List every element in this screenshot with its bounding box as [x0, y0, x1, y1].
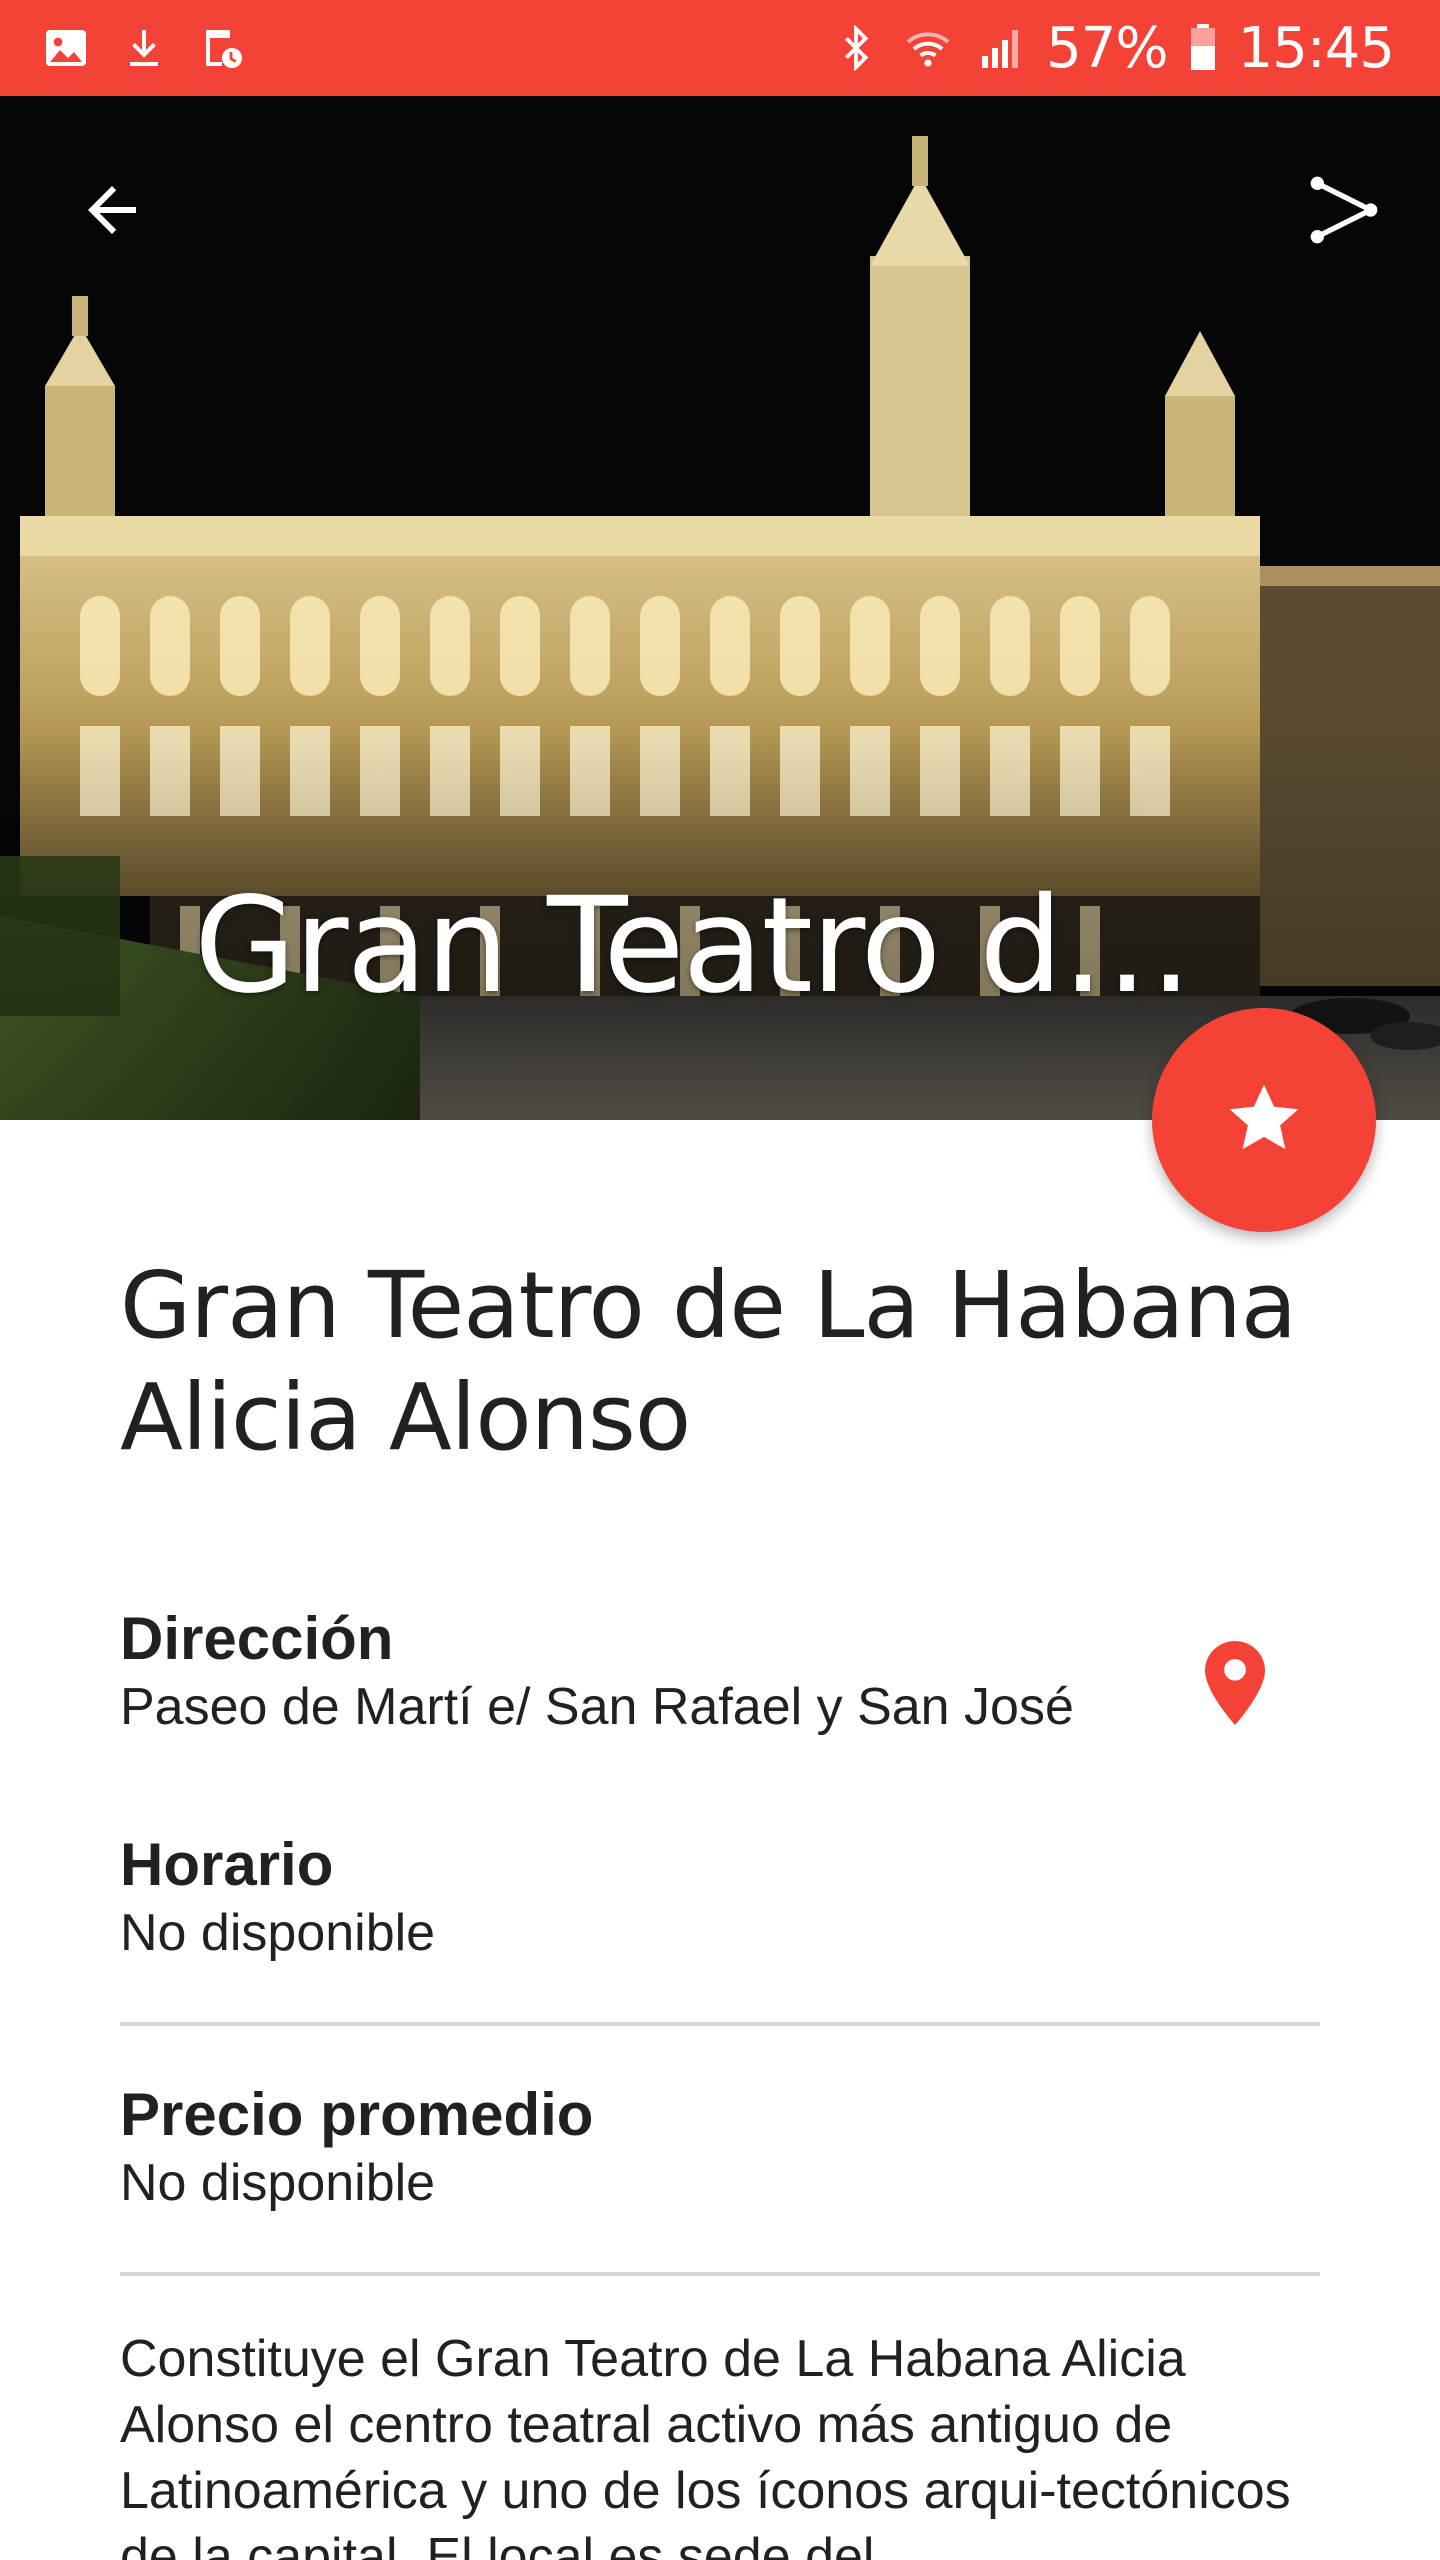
- status-bar: 57% 15:45: [0, 0, 1440, 96]
- calendar-clock-icon: [196, 22, 248, 74]
- divider: [120, 2272, 1320, 2276]
- bluetooth-icon: [830, 22, 882, 74]
- hero-image: Gran Teatro de La Habana Alicia Alonso: [0, 96, 1440, 1120]
- arrow-left-icon: [76, 174, 148, 251]
- image-icon: [40, 22, 92, 74]
- place-details: Gran Teatro de La Habana Alicia Alonso D…: [120, 1250, 1320, 2560]
- map-pin-button[interactable]: [1200, 1640, 1270, 1730]
- price-value: No disponible: [120, 2154, 436, 2212]
- screen: 57% 15:45 Gran Teatro de Gran Teatro de …: [0, 0, 1440, 2560]
- address-label: Dirección: [120, 1605, 394, 1672]
- clock: 15:45: [1237, 15, 1395, 81]
- hours-value: No disponible: [120, 1904, 436, 1962]
- place-title: Gran Teatro de La Habana Alicia Alonso: [120, 1252, 1297, 1471]
- battery-percentage: 57%: [1046, 15, 1168, 81]
- divider: [120, 2022, 1320, 2026]
- status-left-icons: [40, 22, 248, 74]
- favorite-button[interactable]: [1152, 1008, 1376, 1232]
- cellular-signal-icon: [974, 22, 1026, 74]
- address-value: Paseo de Martí e/ San Rafael y San José: [120, 1678, 1074, 1736]
- share-button[interactable]: [1298, 166, 1390, 258]
- star-icon: [1222, 1076, 1306, 1165]
- status-right-icons: 57% 15:45: [830, 15, 1395, 81]
- address-section: Dirección Paseo de Martí e/ San Rafael y…: [120, 1604, 1320, 1740]
- map-pin-icon: [1205, 1640, 1265, 1730]
- description: Constituye el Gran Teatro de La Habana A…: [120, 2330, 1291, 2560]
- hours-section: Horario No disponible: [120, 1830, 1320, 1966]
- download-icon: [118, 22, 170, 74]
- price-label: Precio promedio: [120, 2081, 594, 2148]
- hours-label: Horario: [120, 1831, 334, 1898]
- wifi-icon: [902, 22, 954, 74]
- battery-icon: [1188, 22, 1218, 74]
- share-icon: [1304, 170, 1384, 255]
- price-section: Precio promedio No disponible: [120, 2080, 1320, 2216]
- hero-title: Gran Teatro de La Habana Alicia Alonso: [194, 869, 1194, 1023]
- back-button[interactable]: [66, 166, 158, 258]
